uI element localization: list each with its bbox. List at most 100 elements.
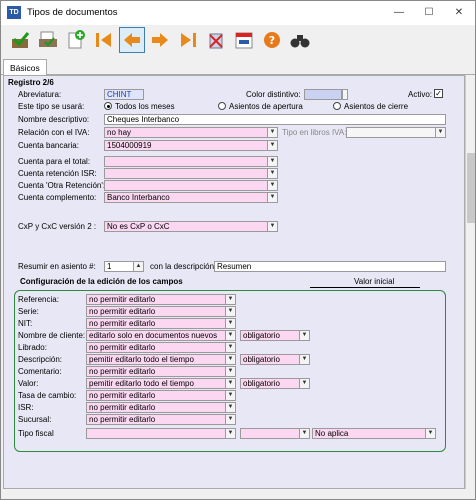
first-icon[interactable] [91, 27, 117, 53]
iva-book-select[interactable]: ▼ [346, 127, 446, 138]
summ-desc-field[interactable]: Resumen [214, 261, 446, 272]
prev-icon[interactable] [119, 27, 145, 53]
cfg-extra-cliente[interactable]: obligatorio ▼ [240, 330, 310, 341]
cfg-extra-descripcion[interactable]: obligatorio ▼ [240, 354, 310, 365]
iva-value: no hay [107, 128, 132, 137]
active-checkbox[interactable]: ✓ [434, 89, 443, 98]
cfg-label-referencia: Referencia: [18, 295, 59, 304]
next-icon[interactable] [147, 27, 173, 53]
maximize-button[interactable]: ☐ [415, 3, 443, 23]
chevron-down-icon[interactable]: ▼ [299, 331, 309, 340]
chevron-down-icon[interactable]: ▼ [225, 403, 235, 412]
radio-apertura-label: Asientos de apertura [229, 102, 303, 111]
chevron-down-icon[interactable]: ▼ [267, 128, 277, 137]
close-button[interactable]: ✕ [445, 3, 473, 23]
iva-select[interactable]: no hay ▼ [104, 127, 278, 138]
chevron-down-icon[interactable]: ▼ [267, 141, 277, 150]
radio-cierre[interactable] [333, 102, 341, 110]
chevron-down-icon[interactable]: ▼ [225, 429, 235, 438]
chevron-down-icon[interactable]: ▼ [225, 319, 235, 328]
color-label: Color distintivo: [246, 90, 301, 99]
chevron-down-icon[interactable]: ▼ [225, 331, 235, 340]
chevron-down-icon[interactable]: ▼ [267, 222, 277, 231]
chevron-down-icon[interactable]: ▼ [225, 343, 235, 352]
config-title: Configuración de la edición de los campo… [20, 277, 183, 286]
cfg-extra-tipo-fiscal[interactable]: ▼ [240, 428, 310, 439]
radio-todos-los-meses[interactable] [104, 102, 112, 110]
scrollbar-thumb[interactable] [467, 153, 475, 223]
print-icon[interactable] [35, 27, 61, 53]
abbrev-field[interactable]: CHINT [104, 89, 144, 100]
minimize-button[interactable]: — [385, 3, 413, 23]
tab-strip: Básicos [1, 59, 475, 75]
cfg-label-valor: Valor: [18, 379, 39, 388]
cfg-initial-tipo-fiscal[interactable]: No aplica ▼ [312, 428, 436, 439]
active-label: Activo: [408, 90, 433, 99]
cfg-select-tipo-fiscal[interactable]: ▼ [86, 428, 236, 439]
iva-label: Relación con el IVA: [18, 128, 90, 137]
compl-select[interactable]: Banco Interbanco ▼ [104, 192, 278, 203]
form-panel: Registro 2/6 Abreviatura: CHINT Color di… [3, 75, 465, 489]
chevron-down-icon[interactable]: ▼ [225, 295, 235, 304]
other-ret-select[interactable]: ▼ [104, 180, 278, 191]
help-icon[interactable]: ? [259, 27, 285, 53]
cfg-extra-value: obligatorio [243, 379, 280, 388]
chevron-down-icon[interactable]: ▼ [267, 193, 277, 202]
cfg-select-tasa[interactable]: no permitir editarlo ▼ [86, 390, 236, 401]
compl-value: Banco Interbanco [107, 193, 170, 202]
title-bar: TD Tipos de documentos — ☐ ✕ [1, 1, 475, 25]
cfg-value: no permitir editarlo [89, 367, 156, 376]
search-icon[interactable] [287, 27, 313, 53]
chevron-down-icon[interactable]: ▼ [435, 128, 445, 137]
cxp-value: No es CxP o CxC [107, 222, 170, 231]
spinner-icon[interactable]: ▲ [133, 262, 143, 271]
cfg-extra-value: obligatorio [243, 331, 280, 340]
new-icon[interactable] [63, 27, 89, 53]
chevron-down-icon[interactable]: ▼ [299, 355, 309, 364]
last-icon[interactable] [175, 27, 201, 53]
chevron-down-icon[interactable]: ▼ [225, 367, 235, 376]
bank-select[interactable]: 1504000919 ▼ [104, 140, 278, 151]
cfg-select-isr[interactable]: no permitir editarlo ▼ [86, 402, 236, 413]
name-field[interactable]: Cheques Interbanco [104, 114, 446, 125]
cfg-value: no permitir editarlo [89, 307, 156, 316]
color-picker-button[interactable] [342, 89, 348, 100]
chevron-down-icon[interactable]: ▼ [225, 415, 235, 424]
delete-icon[interactable] [203, 27, 229, 53]
cfg-select-sucursal[interactable]: no permitir editarlo ▼ [86, 414, 236, 425]
chevron-down-icon[interactable]: ▼ [225, 379, 235, 388]
bank-value: 1504000919 [107, 141, 152, 150]
cfg-select-librado[interactable]: no permitir editarlo ▼ [86, 342, 236, 353]
chevron-down-icon[interactable]: ▼ [267, 157, 277, 166]
chevron-down-icon[interactable]: ▼ [267, 181, 277, 190]
vertical-scrollbar[interactable] [465, 75, 475, 489]
chevron-down-icon[interactable]: ▼ [225, 355, 235, 364]
cfg-select-cliente[interactable]: editarlo solo en documentos nuevos ▼ [86, 330, 236, 341]
accept-icon[interactable] [7, 27, 33, 53]
tab-basicos[interactable]: Básicos [3, 59, 47, 75]
isr-select[interactable]: ▼ [104, 168, 278, 179]
cfg-select-serie[interactable]: no permitir editarlo ▼ [86, 306, 236, 317]
chevron-down-icon[interactable]: ▼ [225, 391, 235, 400]
cfg-label-nit: NIT: [18, 319, 33, 328]
chevron-down-icon[interactable]: ▼ [425, 429, 435, 438]
cxp-select[interactable]: No es CxP o CxC ▼ [104, 221, 278, 232]
app-icon: TD [7, 6, 21, 19]
cfg-value: no permitir editarlo [89, 343, 156, 352]
chevron-down-icon[interactable]: ▼ [299, 429, 309, 438]
calendar-icon[interactable] [231, 27, 257, 53]
radio-apertura[interactable] [218, 102, 226, 110]
total-select[interactable]: ▼ [104, 156, 278, 167]
color-swatch[interactable] [304, 89, 342, 100]
cfg-select-nit[interactable]: no permitir editarlo ▼ [86, 318, 236, 329]
cfg-value: no permitir editarlo [89, 415, 156, 424]
chevron-down-icon[interactable]: ▼ [267, 169, 277, 178]
chevron-down-icon[interactable]: ▼ [299, 379, 309, 388]
cfg-select-descripcion[interactable]: pemitir editarlo todo el tiempo ▼ [86, 354, 236, 365]
summ-field[interactable]: 1 ▲ [104, 261, 144, 272]
cfg-select-valor[interactable]: pemitir editarlo todo el tiempo ▼ [86, 378, 236, 389]
cfg-select-referencia[interactable]: no permitir editarlo ▼ [86, 294, 236, 305]
chevron-down-icon[interactable]: ▼ [225, 307, 235, 316]
cfg-select-comentario[interactable]: no permitir editarlo ▼ [86, 366, 236, 377]
cfg-extra-valor[interactable]: obligatorio ▼ [240, 378, 310, 389]
